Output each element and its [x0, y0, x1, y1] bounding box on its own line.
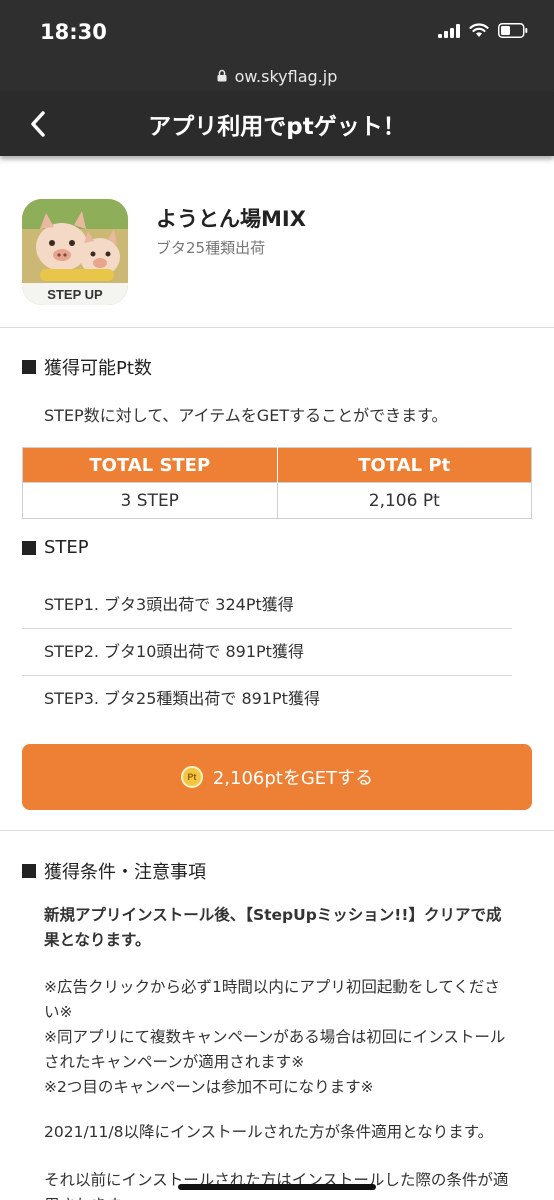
square-bullet-icon: [22, 360, 36, 374]
chevron-left-icon: [31, 111, 45, 137]
list-item: STEP2. ブタ10頭出荷で 891Pt獲得: [22, 629, 512, 676]
signal-icon: [438, 23, 460, 42]
pt-coin-label: Pt: [187, 772, 197, 782]
status-icons: [438, 22, 528, 42]
table-cell-total-step: 3 STEP: [22, 482, 278, 519]
date-note: 2021/11/8以降にインストールされた方が条件適用となります。: [44, 1123, 494, 1141]
points-heading: 獲得可能Pt数: [22, 354, 152, 380]
conditions-heading: 獲得条件・注意事項: [22, 858, 206, 884]
section-divider: [0, 830, 554, 831]
app-header: STEP UP ようとん場MIX ブタ25種類出荷: [0, 157, 554, 328]
note-line: ※同アプリにて複数キャンペーンがある場合は初回にインストールされたキャンペーンが…: [44, 1028, 506, 1071]
step-heading: STEP: [22, 537, 89, 558]
points-heading-text: 獲得可能Pt数: [44, 358, 152, 379]
status-time: 18:30: [40, 20, 107, 44]
home-indicator[interactable]: [178, 1184, 376, 1190]
nav-bar: アプリ利用でptゲット！: [0, 92, 554, 156]
list-item: STEP3. ブタ25種類出荷で 891Pt獲得: [44, 689, 320, 708]
app-icon-badge: STEP UP: [47, 287, 103, 302]
note-line: ※広告クリックから必ず1時間以内にアプリ初回起動をしてください※: [44, 978, 500, 1021]
app-subtitle: ブタ25種類出荷: [156, 239, 266, 257]
conditions-heading-text: 獲得条件・注意事項: [44, 862, 206, 883]
back-button[interactable]: [18, 104, 58, 144]
status-bar: 18:30: [0, 0, 554, 60]
step-list: STEP1. ブタ3頭出荷で 324Pt獲得 STEP2. ブタ10頭出荷で 8…: [22, 582, 512, 722]
table-cell-total-pt: 2,106 Pt: [276, 482, 532, 519]
app-name: ようとん場MIX: [156, 207, 306, 231]
pt-coin-icon: Pt: [180, 766, 203, 788]
square-bullet-icon: [22, 540, 36, 555]
url-text: ow.skyflag.jp: [234, 66, 338, 86]
notes-block: ※広告クリックから必ず1時間以内にアプリ初回起動をしてください※ ※同アプリにて…: [44, 975, 514, 1100]
step-heading-text: STEP: [44, 537, 89, 558]
table-row: 3 STEP 2,106 Pt: [22, 482, 532, 519]
lock-icon: [217, 67, 227, 86]
points-table: TOTAL STEP TOTAL Pt 3 STEP 2,106 Pt: [22, 447, 532, 519]
square-bullet-icon: [22, 864, 36, 878]
table-header-row: TOTAL STEP TOTAL Pt: [22, 447, 532, 483]
points-description: STEP数に対して、アイテムをGETすることができます。: [44, 406, 448, 425]
get-points-button[interactable]: Pt 2,106ptをGETする: [22, 744, 532, 810]
table-header-total-pt: TOTAL Pt: [276, 447, 532, 483]
wifi-icon: [469, 22, 489, 42]
page-title: アプリ利用でptゲット！: [148, 114, 406, 140]
app-icon: STEP UP: [22, 199, 128, 305]
table-header-total-step: TOTAL STEP: [22, 447, 278, 483]
list-item: STEP1. ブタ3頭出荷で 324Pt獲得: [22, 582, 512, 629]
battery-icon: [498, 22, 528, 42]
get-points-label: 2,106ptをGETする: [212, 768, 374, 789]
url-bar[interactable]: ow.skyflag.jp: [0, 60, 554, 92]
bold-note: 新規アプリインストール後、【StepUpミッション!!】クリアで成果となります。: [44, 906, 502, 949]
note-line: ※2つ目のキャンペーンは参加不可になります※: [44, 1078, 374, 1096]
